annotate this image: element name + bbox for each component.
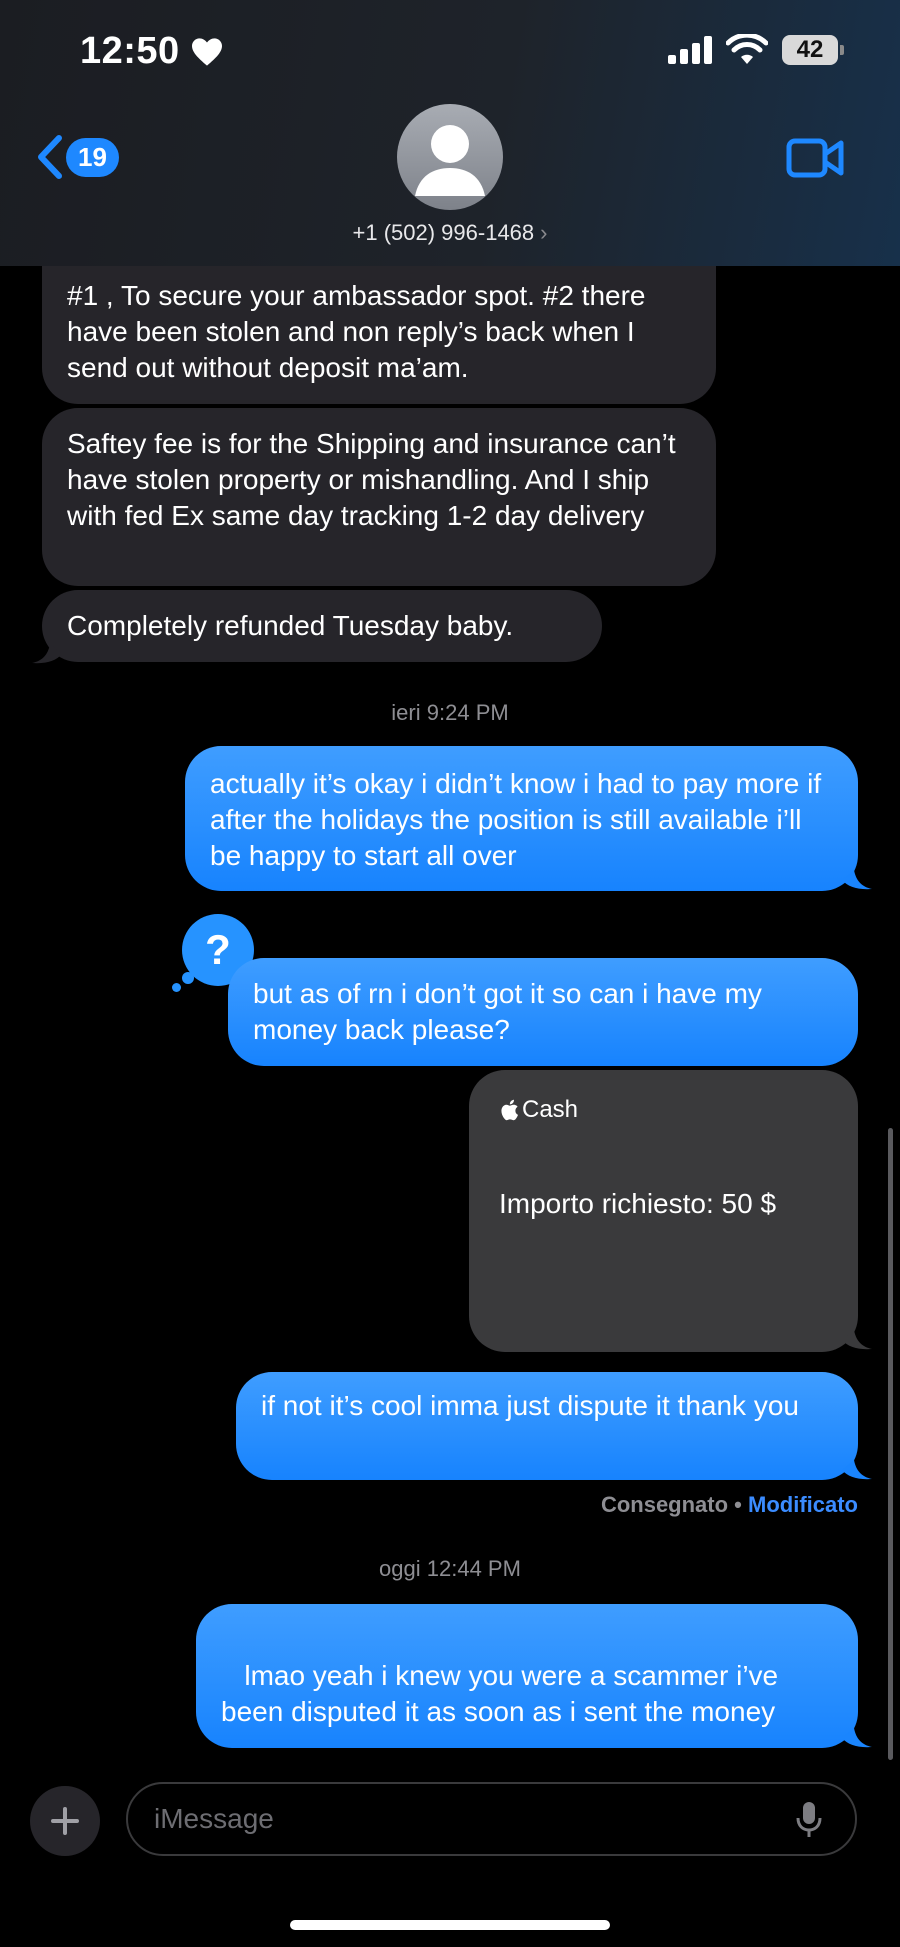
status-time: 12:50 [80, 30, 224, 73]
incoming-message[interactable]: #1 , To secure your ambassador spot. #2 … [42, 254, 716, 404]
delivered-label: Consegnato [600, 1492, 729, 1517]
outgoing-message[interactable]: if not it’s cool imma just dispute it th… [236, 1372, 858, 1480]
message-text: if not it’s cool imma just dispute it th… [261, 1390, 799, 1421]
outgoing-message[interactable]: actually it’s okay i didn’t know i had t… [185, 746, 858, 891]
incoming-message[interactable]: Completely refunded Tuesday baby. [42, 590, 602, 662]
timestamp-divider: oggi 12:44 PM [0, 1556, 900, 1582]
timestamp-day: ieri [391, 700, 421, 725]
message-text: but as of rn i don’t got it so can i hav… [253, 978, 762, 1045]
status-indicators: 42 [668, 34, 844, 66]
incoming-message[interactable]: Saftey fee is for the Shipping and insur… [42, 408, 716, 586]
delivery-status: Consegnato • Modificato [601, 1492, 858, 1518]
message-text: lmao yeah i knew you were a scammer i’ve… [221, 1660, 786, 1727]
badge-tail-dot [172, 983, 181, 992]
bubble-tail [842, 870, 872, 890]
apple-cash-request-card[interactable]: Cash Importo richiesto: 50 $ [469, 1070, 858, 1352]
imessage-input[interactable]: iMessage [126, 1782, 857, 1856]
timestamp-divider: ieri 9:24 PM [0, 700, 900, 726]
unread-count-badge: 19 [66, 137, 119, 177]
outgoing-message[interactable]: but as of rn i don’t got it so can i hav… [228, 958, 858, 1066]
cellular-signal-icon [668, 36, 712, 64]
chevron-right-icon: › [540, 220, 548, 245]
bubble-tail [842, 1330, 872, 1350]
contact-avatar[interactable] [397, 104, 503, 210]
status-time-text: 12:50 [80, 30, 180, 72]
timestamp-day: oggi [379, 1556, 421, 1581]
battery-icon: 42 [782, 35, 844, 65]
separator-dot: • [728, 1492, 748, 1517]
plus-icon [51, 1807, 79, 1835]
contact-name-button[interactable]: +1 (502) 996-1468 › [0, 220, 900, 246]
home-indicator [290, 1920, 610, 1930]
message-text: Completely refunded Tuesday baby. [67, 610, 514, 641]
person-icon [415, 125, 485, 196]
apple-cash-label: Cash [522, 1096, 579, 1123]
question-mark-text: ? [205, 926, 231, 973]
bubble-tail [32, 644, 62, 664]
timestamp-time: 9:24 PM [426, 700, 509, 725]
contact-number: +1 (502) 996-1468 [352, 220, 535, 245]
message-text: #1 , To secure your ambassador spot. #2 … [67, 280, 646, 383]
badge-tail-dot [182, 972, 194, 984]
bubble-tail [842, 1728, 872, 1748]
conversation-header: 12:50 42 19 +1 (502) 996-1468 › [0, 0, 900, 266]
chevron-left-icon [38, 135, 62, 179]
heart-icon [191, 37, 222, 66]
input-placeholder: iMessage [154, 1803, 274, 1834]
wifi-icon [726, 34, 768, 64]
edited-link[interactable]: Modificato [748, 1492, 858, 1517]
scrollbar[interactable] [888, 1128, 893, 1760]
bubble-tail [842, 1460, 872, 1480]
apple-logo-icon [501, 1099, 518, 1121]
microphone-icon[interactable] [796, 1800, 822, 1840]
back-button[interactable]: 19 [34, 134, 119, 180]
message-text: Saftey fee is for the Shipping and insur… [67, 428, 676, 531]
apps-plus-button[interactable] [30, 1786, 100, 1856]
outgoing-message[interactable]: lmao yeah i knew you were a scammer i’ve… [196, 1604, 858, 1748]
apple-cash-logo: Cash [499, 1096, 578, 1124]
message-text: actually it’s okay i didn’t know i had t… [210, 768, 822, 871]
facetime-video-icon[interactable] [786, 138, 844, 178]
requested-amount: Importo richiesto: 50 $ [499, 1188, 777, 1219]
timestamp-time: 12:44 PM [426, 1556, 521, 1581]
